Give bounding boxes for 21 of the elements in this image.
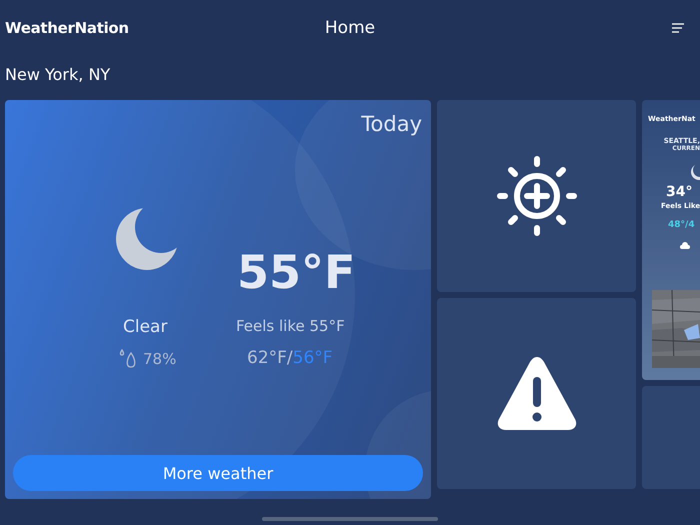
app-logo: WeatherNation xyxy=(5,19,129,37)
high-low-temperature: 48°/4 xyxy=(667,220,695,230)
location-name: New York, NY xyxy=(5,65,110,84)
weather-card[interactable]: Today Clear 78% 55°F Feels like 55°F 62°F/56°F More weather xyxy=(5,100,431,499)
today-label: Today xyxy=(361,112,422,136)
tile-card[interactable] xyxy=(437,100,636,292)
feels-like-text: Feels like 55°F xyxy=(236,317,345,335)
temperature-value: 34° xyxy=(665,184,692,200)
sun-plus-icon xyxy=(496,156,576,236)
more-weather-button[interactable]: More weather xyxy=(13,455,423,491)
menu-icon[interactable] xyxy=(672,23,684,33)
page-title: Home xyxy=(324,18,376,38)
tile-card[interactable] xyxy=(437,298,636,489)
temperature-value: 55°F xyxy=(237,245,356,299)
humidity-value: 78% xyxy=(143,350,176,368)
cloud-icon xyxy=(680,242,690,249)
moon-icon xyxy=(691,164,700,180)
high-low-temperature: 62°F/56°F xyxy=(247,348,333,368)
condition-text: Clear xyxy=(123,317,168,337)
moon-icon xyxy=(115,205,179,273)
warning-icon xyxy=(496,355,578,432)
